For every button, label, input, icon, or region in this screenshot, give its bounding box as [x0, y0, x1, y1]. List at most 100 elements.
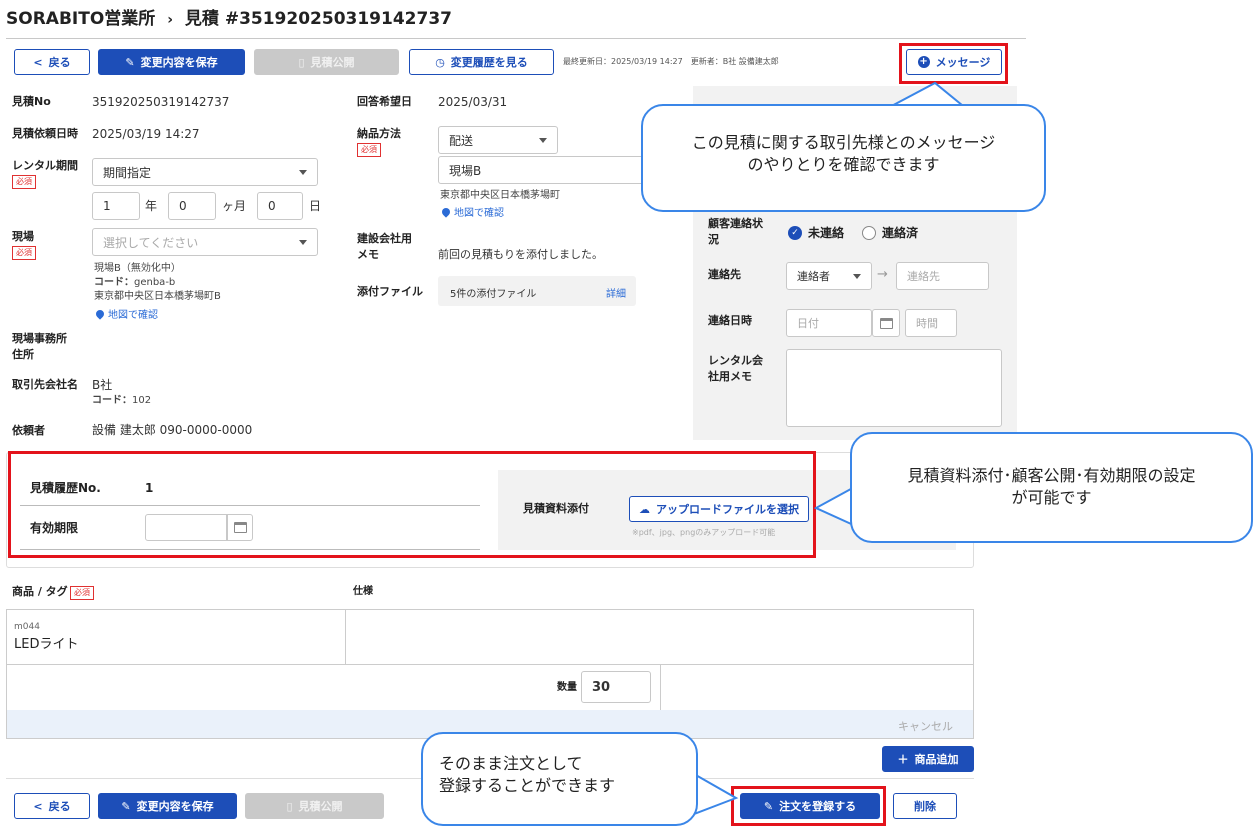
chevron-down-icon — [539, 138, 547, 143]
chevron-left-icon: < — [33, 55, 43, 69]
contact-label: 連絡先 — [708, 268, 741, 281]
save-button[interactable]: ✎ 変更内容を保存 — [98, 49, 245, 75]
months-input[interactable]: 0 — [168, 192, 216, 220]
attachments-label: 添付ファイル — [357, 285, 423, 298]
rental-period-label: レンタル期間 — [12, 159, 78, 172]
chevron-left-icon: < — [33, 799, 43, 813]
quote-no-label: 見積No — [12, 95, 51, 108]
delivery-method-label: 納品方法 — [357, 127, 401, 140]
attachments-detail-link[interactable]: 詳細 — [606, 285, 626, 300]
header-divider — [6, 38, 1026, 39]
site-name: 現場B（無効化中） — [94, 263, 181, 274]
required-badge: 必須 — [12, 246, 36, 260]
contractor-memo-label: 建設会社用 メモ — [357, 232, 412, 261]
site-office-label: 現場事務所 住所 — [12, 332, 67, 361]
reply-date-value: 2025/03/31 — [438, 95, 508, 109]
message-callout: この見積に関する取引先様とのメッセージ のやりとりを確認できます — [641, 104, 1046, 212]
attachments-count: 5件の添付ファイル — [450, 289, 537, 300]
site-select[interactable]: 選択してください — [92, 228, 318, 256]
view-history-button[interactable]: ◷ 変更履歴を見る — [409, 49, 554, 75]
site-label: 現場 — [12, 230, 34, 243]
status-uncontacted-radio[interactable]: ✓ 未連絡 — [788, 224, 844, 241]
back-button[interactable]: < 戻る — [14, 49, 90, 75]
request-datetime-label: 見積依頼日時 — [12, 127, 78, 140]
days-unit: 日 — [309, 199, 322, 213]
add-item-button[interactable]: ＋商品追加 — [882, 746, 974, 772]
quote-history-highlight — [8, 451, 816, 558]
required-badge: 必須 — [70, 586, 94, 600]
bottom-publish-button[interactable]: ▯ 見積公開 — [245, 793, 384, 819]
quantity-input[interactable]: 30 — [581, 671, 651, 703]
request-datetime-value: 2025/03/19 14:27 — [92, 127, 200, 141]
message-highlight — [899, 43, 1008, 84]
years-unit: 年 — [145, 199, 158, 213]
rental-memo-label: レンタル会 社用メモ — [708, 354, 763, 383]
bottom-back-button[interactable]: < 戻る — [14, 793, 90, 819]
page: SORABITO営業所 › 見積 #351920250319142737 < 戻る… — [0, 0, 1254, 830]
item-divider-vertical — [345, 610, 346, 664]
plus-icon: ＋ — [897, 753, 909, 766]
item-divider — [7, 664, 973, 665]
order-highlight — [731, 786, 886, 826]
months-unit: ヶ月 — [222, 199, 247, 213]
delivery-map-link[interactable]: 地図で確認 — [440, 204, 504, 219]
item-name: LEDライト — [14, 637, 79, 652]
chevron-down-icon — [299, 240, 307, 245]
chevron-down-icon — [299, 170, 307, 175]
contact-datetime-label: 連絡日時 — [708, 314, 752, 327]
check-circle-icon: ✓ — [788, 225, 802, 240]
contact-time-input[interactable]: 時間 — [905, 309, 957, 337]
quote-title: 見積 #351920250319142737 — [184, 9, 452, 29]
site-map-link[interactable]: 地図で確認 — [94, 306, 158, 321]
quote-no-value: 351920250319142737 — [92, 95, 230, 109]
period-type-select[interactable]: 期間指定 — [92, 158, 318, 186]
delivery-address: 東京都中央区日本橋茅場町 — [440, 190, 560, 201]
last-updated-text: 最終更新日：2025/03/19 14:27 更新者：B社 設備建太郎 — [563, 57, 779, 66]
history-icon: ◷ — [435, 55, 445, 69]
pencil-icon: ✎ — [121, 799, 131, 813]
pencil-icon: ✎ — [125, 55, 135, 69]
quote-settings-callout: 見積資料添付･顧客公開･有効期限の設定 が可能です — [850, 432, 1253, 543]
document-icon: ▯ — [298, 55, 305, 69]
contractor-memo: 前回の見積もりを添付しました。 — [438, 248, 603, 261]
publish-quote-button[interactable]: ▯ 見積公開 — [254, 49, 399, 75]
client-label: 取引先会社名 — [12, 378, 78, 391]
requester-value: 設備 建太郎 090-0000-0000 — [92, 423, 253, 437]
page-title: SORABITO営業所 › 見積 #351920250319142737 — [6, 4, 452, 29]
requester-label: 依頼者 — [12, 424, 45, 437]
map-pin-icon — [94, 307, 106, 320]
breadcrumb-separator: › — [167, 12, 173, 28]
required-badge: 必須 — [357, 143, 381, 157]
status-contacted-radio[interactable]: 連絡済 — [862, 224, 918, 241]
radio-empty-icon — [862, 225, 876, 240]
required-badge: 必須 — [12, 175, 36, 189]
calendar-icon — [879, 317, 893, 329]
delivery-method-select[interactable]: 配送 — [438, 126, 558, 154]
client-code: コード：102 — [92, 395, 152, 406]
contact-input[interactable]: 連絡先 — [896, 262, 989, 290]
delete-button[interactable]: 削除 — [893, 793, 957, 819]
contact-date-input[interactable]: 日付 — [786, 309, 872, 337]
item-code: m044 — [14, 622, 40, 632]
product-tag-label: 商品 / タグ — [12, 585, 68, 598]
map-pin-icon — [440, 205, 452, 218]
client-name: B社 — [92, 378, 113, 392]
delivery-site-input[interactable]: 現場B — [438, 156, 653, 184]
cancel-item-link[interactable]: キャンセル — [898, 718, 953, 734]
contact-type-select[interactable]: 連絡者 — [786, 262, 872, 290]
bottom-save-button[interactable]: ✎ 変更内容を保存 — [98, 793, 237, 819]
days-input[interactable]: 0 — [257, 192, 303, 220]
item-divider-vertical — [660, 665, 661, 710]
years-input[interactable]: 1 — [92, 192, 140, 220]
calendar-button[interactable] — [872, 309, 900, 337]
contact-status-label: 顧客連絡状況 — [708, 217, 763, 246]
attachments-box: 5件の添付ファイル 詳細 — [438, 276, 636, 306]
breadcrumb-root[interactable]: SORABITO営業所 — [6, 9, 155, 29]
site-address: 東京都中央区日本橋茅場町B — [94, 291, 221, 302]
rental-memo-textarea[interactable] — [786, 349, 1002, 427]
reply-date-label: 回答希望日 — [357, 95, 412, 108]
chevron-down-icon — [853, 274, 861, 279]
document-icon: ▯ — [286, 799, 293, 813]
site-code: コード：genba-b — [94, 277, 176, 288]
spec-label: 仕様 — [353, 586, 373, 597]
